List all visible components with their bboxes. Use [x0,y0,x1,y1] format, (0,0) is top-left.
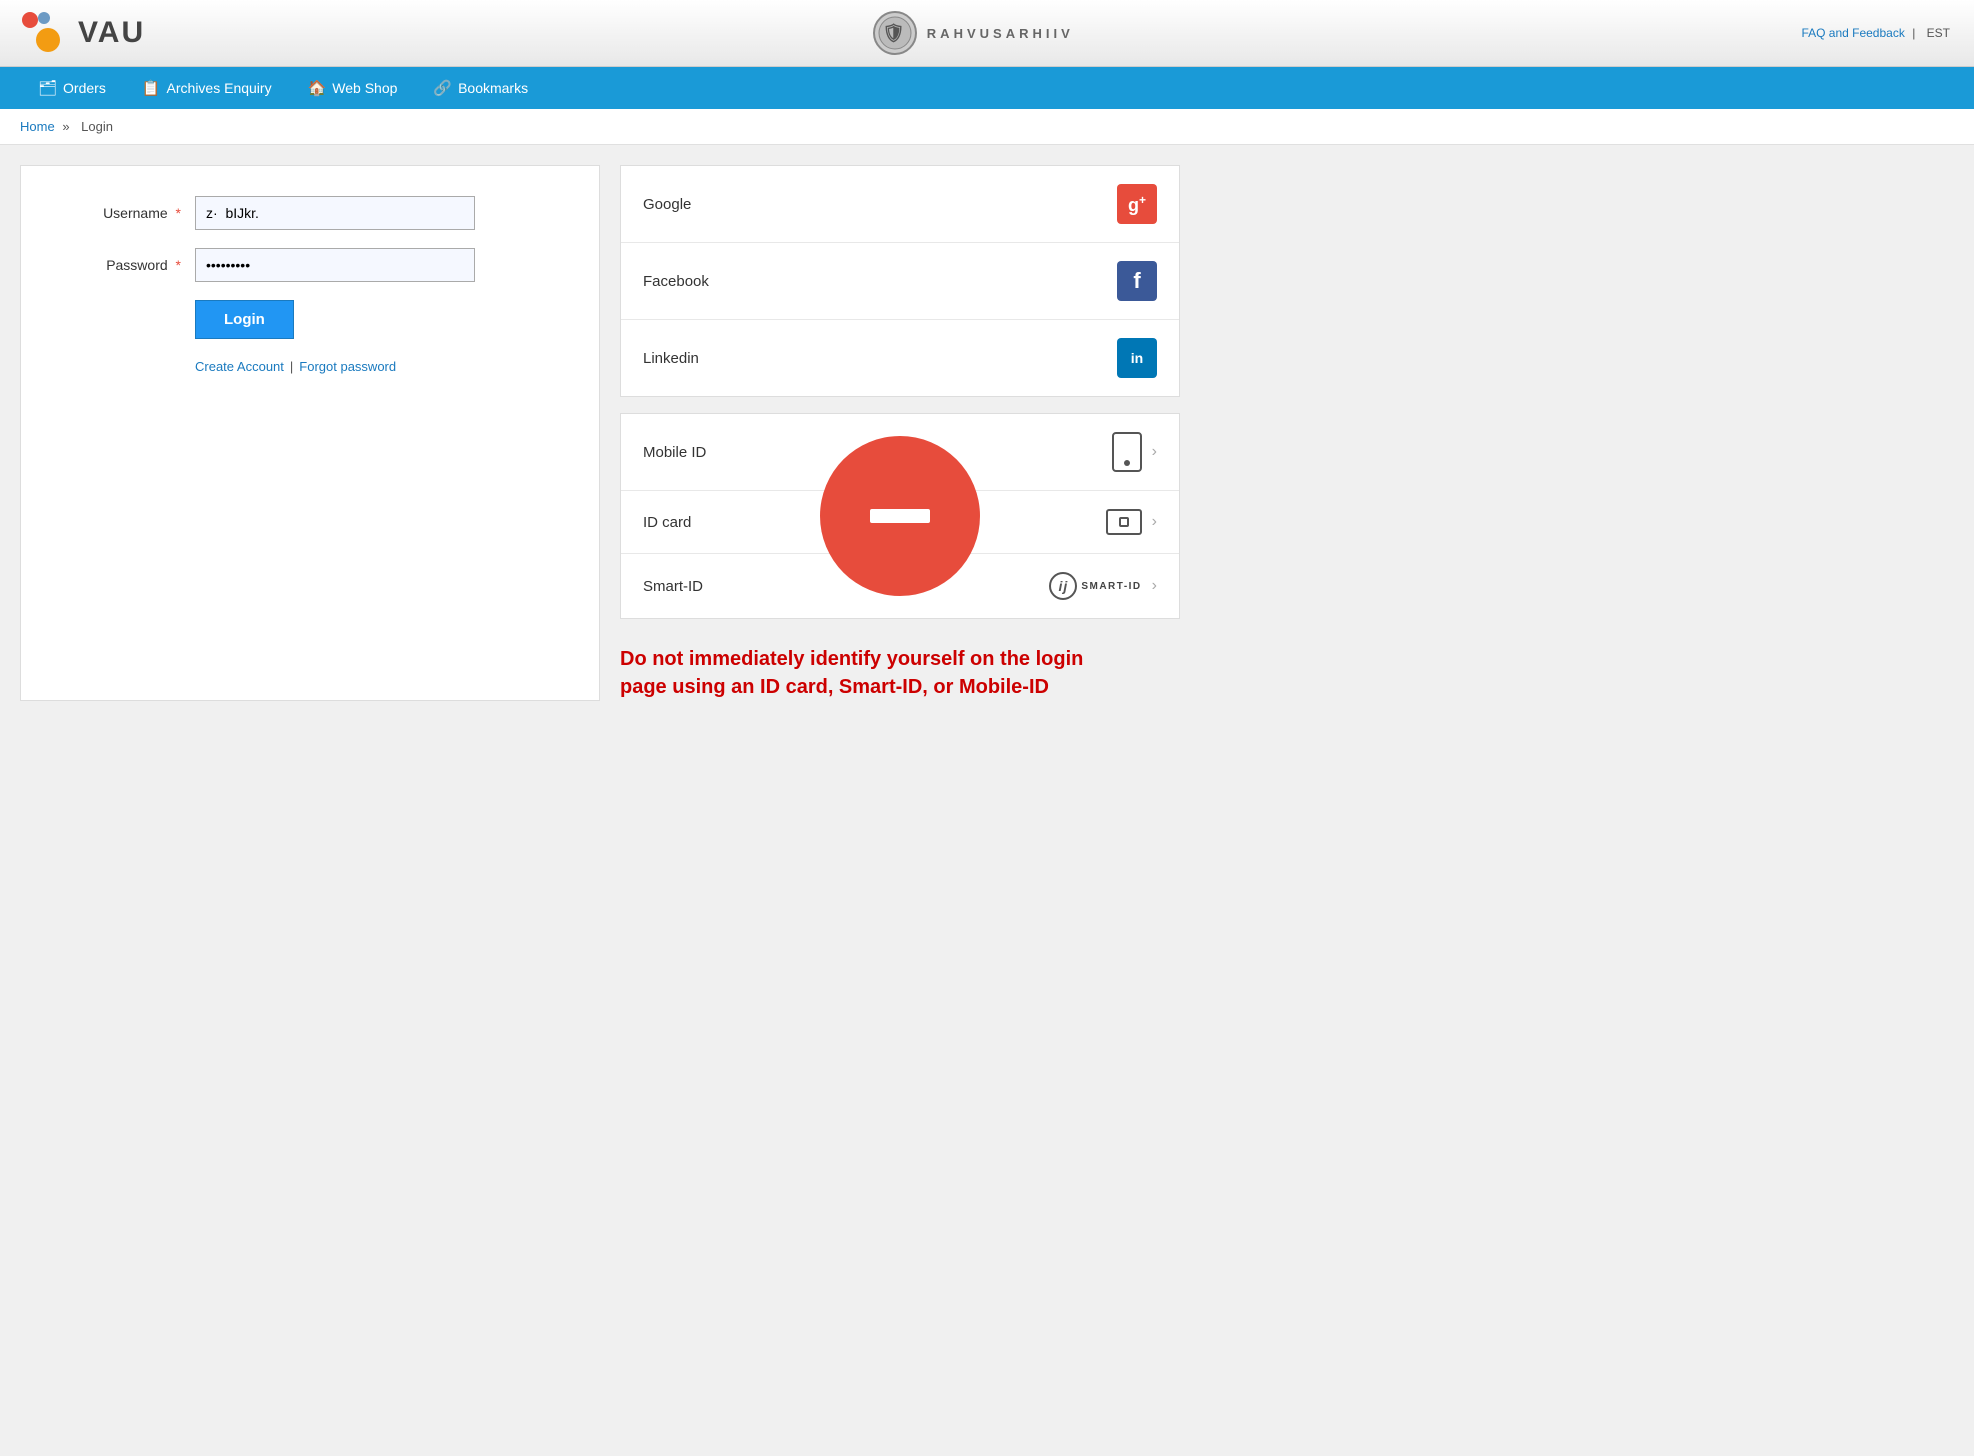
breadcrumb-current: Login [81,119,113,134]
password-label: Password * [61,257,181,273]
facebook-icon: f [1117,261,1157,301]
red-circle-bar [870,509,930,523]
main-content: Username * Password * Login Create Accou… [0,145,1200,721]
linkedin-login-row[interactable]: Linkedin in [621,320,1179,396]
login-box: Username * Password * Login Create Accou… [20,165,600,701]
username-input[interactable] [195,196,475,230]
facebook-label: Facebook [643,273,709,290]
right-panel: Google g+ Facebook f Linkedin in Mobile … [620,165,1180,701]
social-login-box: Google g+ Facebook f Linkedin in [620,165,1180,397]
mobile-id-chevron: › [1152,443,1157,461]
mobile-id-label: Mobile ID [643,444,706,461]
nav-orders-label: Orders [63,80,106,96]
login-btn-row: Login [195,300,559,339]
password-row: Password * [61,248,559,282]
nav-bookmarks-label: Bookmarks [458,80,528,96]
id-card-right: › [1106,509,1157,535]
google-icon: g+ [1117,184,1157,224]
faq-link[interactable]: FAQ and Feedback [1801,26,1904,40]
rahvusarhiiv-logo: 🛡 RAHVUSARHIIV [873,11,1074,55]
nav-archives-label: Archives Enquiry [167,80,272,96]
google-label: Google [643,196,691,213]
warning-text: Do not immediately identify yourself on … [620,645,1120,701]
smartid-circle-icon: ij [1049,572,1077,600]
password-required: * [176,257,181,273]
id-card-chevron: › [1152,513,1157,531]
google-login-row[interactable]: Google g+ [621,166,1179,243]
smart-id-right: ij SMART-ID › [1049,572,1157,600]
bookmarks-icon: 🔗 [433,79,452,97]
breadcrumb-separator: » [62,119,69,134]
username-label: Username * [61,205,181,221]
id-card-label: ID card [643,514,691,531]
rahvusarhiiv-text: RAHVUSARHIIV [927,26,1074,41]
logo[interactable]: VAU [20,10,145,56]
smartid-logo: ij SMART-ID [1049,572,1141,600]
header: VAU 🛡 RAHVUSARHIIV FAQ and Feedback | ES… [0,0,1974,67]
svg-text:🛡: 🛡 [882,23,908,43]
navbar: 🗂 Orders 📋 Archives Enquiry 🏠 Web Shop 🔗… [0,67,1974,109]
webshop-icon: 🏠 [308,79,327,97]
links-separator: | [290,359,293,374]
id-login-box: Mobile ID › ID card › Smart-ID [620,413,1180,619]
logo-vau-text: VAU [78,16,145,50]
breadcrumb-home[interactable]: Home [20,119,55,134]
red-circle-modal [820,436,980,596]
header-right-links: FAQ and Feedback | EST [1801,26,1954,40]
linkedin-icon: in [1117,338,1157,378]
idcard-icon [1106,509,1142,535]
login-button[interactable]: Login [195,300,294,339]
mobile-icon [1112,432,1142,472]
nav-webshop[interactable]: 🏠 Web Shop [290,67,416,109]
create-account-link[interactable]: Create Account [195,359,284,374]
username-row: Username * [61,196,559,230]
smart-id-chevron: › [1152,577,1157,595]
nav-bookmarks[interactable]: 🔗 Bookmarks [415,67,546,109]
login-links: Create Account | Forgot password [195,359,559,374]
facebook-login-row[interactable]: Facebook f [621,243,1179,320]
smart-id-label: Smart-ID [643,578,703,595]
breadcrumb: Home » Login [0,109,1974,145]
nav-webshop-label: Web Shop [332,80,397,96]
idcard-inner [1119,517,1129,527]
linkedin-label: Linkedin [643,350,699,367]
orders-icon: 🗂 [38,79,57,97]
forgot-password-link[interactable]: Forgot password [299,359,396,374]
nav-orders[interactable]: 🗂 Orders [20,67,124,109]
password-input[interactable] [195,248,475,282]
smartid-text: SMART-ID [1081,581,1141,592]
mobile-id-right: › [1112,432,1157,472]
nav-archives[interactable]: 📋 Archives Enquiry [124,67,290,109]
lang-label[interactable]: EST [1927,26,1950,40]
archives-icon: 📋 [142,79,161,97]
username-required: * [176,205,181,221]
